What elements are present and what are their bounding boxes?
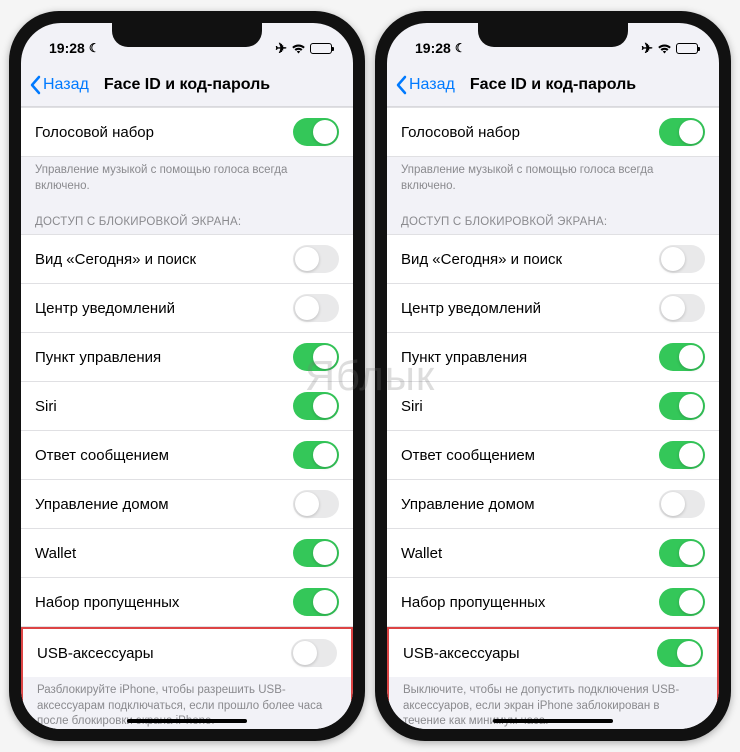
dnd-icon: ☾ [89, 41, 100, 55]
toggle[interactable] [659, 294, 705, 322]
notch [112, 23, 262, 47]
phone-frame: 19:28 ☾ ✈ Назад Face ID и код-пароль Гол… [375, 11, 731, 741]
status-time: 19:28 [49, 40, 85, 56]
row-label: Набор пропущенных [401, 594, 545, 611]
row-label: USB-аксессуары [37, 645, 154, 662]
row-return-missed[interactable]: Набор пропущенных [387, 578, 719, 627]
toggle[interactable] [293, 539, 339, 567]
home-indicator[interactable] [493, 719, 613, 723]
nav-bar: Назад Face ID и код-пароль [387, 63, 719, 107]
home-indicator[interactable] [127, 719, 247, 723]
wifi-icon [657, 43, 672, 54]
toggle[interactable] [659, 539, 705, 567]
toggle-usb[interactable] [657, 639, 703, 667]
row-reply-message[interactable]: Ответ сообщением [21, 431, 353, 480]
voice-footer: Управление музыкой с помощью голоса всег… [387, 157, 719, 200]
notch [478, 23, 628, 47]
chevron-left-icon [395, 75, 407, 95]
row-label: Wallet [401, 545, 442, 562]
toggle[interactable] [293, 490, 339, 518]
toggle-voice-dial[interactable] [659, 118, 705, 146]
row-control-center[interactable]: Пункт управления [21, 333, 353, 382]
back-button[interactable]: Назад [29, 75, 89, 95]
toggle-usb[interactable] [291, 639, 337, 667]
row-home-control[interactable]: Управление домом [21, 480, 353, 529]
back-label: Назад [409, 76, 455, 94]
back-button[interactable]: Назад [395, 75, 455, 95]
row-voice-dial[interactable]: Голосовой набор [387, 108, 719, 156]
phone-frame: 19:28 ☾ ✈ Назад Face ID и код-пароль Гол… [9, 11, 365, 741]
battery-icon [310, 43, 333, 54]
airplane-icon: ✈ [641, 40, 653, 57]
row-wallet[interactable]: Wallet [387, 529, 719, 578]
page-title: Face ID и код-пароль [470, 76, 636, 94]
toggle[interactable] [293, 343, 339, 371]
row-return-missed[interactable]: Набор пропущенных [21, 578, 353, 627]
row-label: Пункт управления [35, 349, 161, 366]
content-scroll[interactable]: Голосовой набор Управление музыкой с пом… [21, 107, 353, 729]
row-usb-accessories[interactable]: USB-аксессуары [23, 629, 351, 677]
toggle[interactable] [659, 343, 705, 371]
wifi-icon [291, 43, 306, 54]
row-label: Центр уведомлений [35, 300, 175, 317]
access-group: Вид «Сегодня» и поиск Центр уведомлений … [21, 234, 353, 729]
nav-bar: Назад Face ID и код-пароль [21, 63, 353, 107]
row-label: Ответ сообщением [35, 447, 169, 464]
row-reply-message[interactable]: Ответ сообщением [387, 431, 719, 480]
chevron-left-icon [29, 75, 41, 95]
row-label: USB-аксессуары [403, 645, 520, 662]
row-siri[interactable]: Siri [387, 382, 719, 431]
row-label: Siri [35, 398, 57, 415]
row-notifications[interactable]: Центр уведомлений [21, 284, 353, 333]
toggle[interactable] [293, 441, 339, 469]
toggle[interactable] [659, 245, 705, 273]
row-notifications[interactable]: Центр уведомлений [387, 284, 719, 333]
status-time: 19:28 [415, 40, 451, 56]
airplane-icon: ✈ [275, 40, 287, 57]
toggle[interactable] [293, 588, 339, 616]
row-voice-dial[interactable]: Голосовой набор [21, 108, 353, 156]
row-label: Siri [401, 398, 423, 415]
toggle[interactable] [659, 588, 705, 616]
access-header: ДОСТУП С БЛОКИРОВКОЙ ЭКРАНА: [21, 200, 353, 234]
voice-footer: Управление музыкой с помощью голоса всег… [21, 157, 353, 200]
content-scroll[interactable]: Голосовой набор Управление музыкой с пом… [387, 107, 719, 729]
toggle[interactable] [293, 245, 339, 273]
screen: 19:28 ☾ ✈ Назад Face ID и код-пароль Гол… [21, 23, 353, 729]
toggle-voice-dial[interactable] [293, 118, 339, 146]
row-control-center[interactable]: Пункт управления [387, 333, 719, 382]
toggle[interactable] [293, 392, 339, 420]
row-label: Набор пропущенных [35, 594, 179, 611]
usb-highlight: USB-аксессуары Разблокируйте iPhone, что… [21, 627, 353, 729]
row-label: Ответ сообщением [401, 447, 535, 464]
toggle[interactable] [659, 490, 705, 518]
row-home-control[interactable]: Управление домом [387, 480, 719, 529]
back-label: Назад [43, 76, 89, 94]
access-header: ДОСТУП С БЛОКИРОВКОЙ ЭКРАНА: [387, 200, 719, 234]
row-label: Управление домом [35, 496, 169, 513]
row-label: Голосовой набор [35, 124, 154, 141]
battery-icon [676, 43, 699, 54]
row-label: Управление домом [401, 496, 535, 513]
access-group: Вид «Сегодня» и поиск Центр уведомлений … [387, 234, 719, 729]
dnd-icon: ☾ [455, 41, 466, 55]
row-usb-accessories[interactable]: USB-аксессуары [389, 629, 717, 677]
row-today[interactable]: Вид «Сегодня» и поиск [21, 235, 353, 284]
usb-highlight: USB-аксессуары Выключите, чтобы не допус… [387, 627, 719, 729]
toggle[interactable] [659, 392, 705, 420]
row-wallet[interactable]: Wallet [21, 529, 353, 578]
row-label: Wallet [35, 545, 76, 562]
row-label: Пункт управления [401, 349, 527, 366]
row-label: Центр уведомлений [401, 300, 541, 317]
page-title: Face ID и код-пароль [104, 76, 270, 94]
toggle[interactable] [659, 441, 705, 469]
row-siri[interactable]: Siri [21, 382, 353, 431]
screen: 19:28 ☾ ✈ Назад Face ID и код-пароль Гол… [387, 23, 719, 729]
row-label: Голосовой набор [401, 124, 520, 141]
row-today[interactable]: Вид «Сегодня» и поиск [387, 235, 719, 284]
row-label: Вид «Сегодня» и поиск [35, 251, 196, 268]
toggle[interactable] [293, 294, 339, 322]
row-label: Вид «Сегодня» и поиск [401, 251, 562, 268]
